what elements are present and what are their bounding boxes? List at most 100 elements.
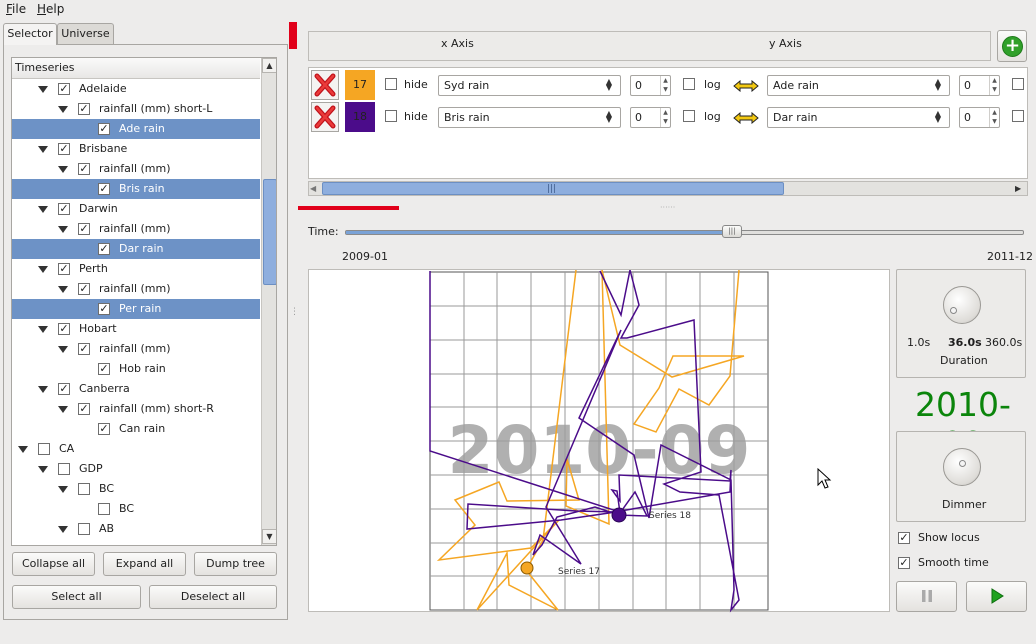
- tree-checkbox[interactable]: ✓: [78, 223, 90, 235]
- scroll-left-icon[interactable]: ◀: [310, 182, 321, 195]
- time-slider-handle[interactable]: |||: [722, 225, 742, 238]
- tree-row[interactable]: ✓ Hobart: [12, 319, 260, 339]
- delete-series-17-button[interactable]: [311, 70, 339, 100]
- spin-arrows-icon[interactable]: ▲ ▼: [660, 76, 670, 95]
- tree-scroll-thumb[interactable]: [263, 179, 276, 285]
- dimmer-knob[interactable]: [943, 448, 981, 486]
- tree-vertical-scrollbar[interactable]: ▲ ▼: [261, 58, 276, 545]
- delete-series-18-button[interactable]: [311, 102, 339, 132]
- x-log-18-checkbox[interactable]: [683, 110, 695, 122]
- expand-arrow-icon[interactable]: [38, 266, 48, 273]
- expand-arrow-icon[interactable]: [38, 86, 48, 93]
- add-series-button[interactable]: +: [997, 30, 1027, 62]
- pause-button[interactable]: [896, 581, 957, 612]
- expand-arrow-icon[interactable]: [38, 326, 48, 333]
- x-offset-18-spinbox[interactable]: 0 ▲ ▼: [630, 107, 671, 128]
- deselect-all-button[interactable]: Deselect all: [149, 585, 277, 609]
- tree-checkbox[interactable]: ✓: [98, 423, 110, 435]
- expand-arrow-icon[interactable]: [58, 166, 68, 173]
- x-series-18-select[interactable]: Bris rain ▲ ▼: [438, 107, 621, 128]
- series-17-color-swatch[interactable]: 17: [345, 70, 375, 100]
- tree-row[interactable]: ✓ rainfall (mm): [12, 159, 260, 179]
- tree-row[interactable]: BC: [12, 499, 260, 519]
- series-horizontal-scrollbar[interactable]: ◀ ||| ▶: [308, 181, 1028, 196]
- expand-arrow-icon[interactable]: [58, 526, 68, 533]
- tree-row[interactable]: ✓ Adelaide: [12, 79, 260, 99]
- tree-checkbox[interactable]: ✓: [58, 263, 70, 275]
- tree-checkbox[interactable]: [38, 443, 50, 455]
- play-button[interactable]: [966, 581, 1027, 612]
- tab-universe[interactable]: Universe: [57, 23, 114, 44]
- expand-arrow-icon[interactable]: [58, 286, 68, 293]
- scroll-up-icon[interactable]: ▲: [262, 58, 276, 73]
- tree-row[interactable]: ✓ Ade rain: [12, 119, 260, 139]
- scroll-right-icon[interactable]: ▶: [1015, 182, 1026, 195]
- tree-checkbox[interactable]: ✓: [58, 323, 70, 335]
- x-log-17-checkbox[interactable]: [683, 78, 695, 90]
- tree-checkbox[interactable]: ✓: [58, 143, 70, 155]
- tree-row[interactable]: ✓ Brisbane: [12, 139, 260, 159]
- series-18-color-swatch[interactable]: 18: [345, 102, 375, 132]
- expand-arrow-icon[interactable]: [58, 406, 68, 413]
- expand-arrow-icon[interactable]: [58, 346, 68, 353]
- time-slider-track[interactable]: [345, 230, 1024, 235]
- expand-arrow-icon[interactable]: [18, 446, 28, 453]
- tree-row[interactable]: ✓ rainfall (mm): [12, 279, 260, 299]
- timeseries-tree[interactable]: Timeseries ✓ Adelaide ✓ rainfall (mm) short…: [11, 57, 277, 546]
- expand-arrow-icon[interactable]: [58, 106, 68, 113]
- expand-arrow-icon[interactable]: [38, 466, 48, 473]
- tree-row[interactable]: AB: [12, 519, 260, 539]
- tree-checkbox[interactable]: ✓: [58, 83, 70, 95]
- tree-checkbox[interactable]: [58, 463, 70, 475]
- spin-arrows-icon[interactable]: ▲ ▼: [989, 76, 999, 95]
- menu-help[interactable]: Help: [37, 2, 64, 16]
- show-locus-checkbox[interactable]: ✓: [898, 532, 910, 544]
- tree-row[interactable]: ✓ Darwin: [12, 199, 260, 219]
- tree-row[interactable]: ✓ rainfall (mm) short-L: [12, 99, 260, 119]
- select-all-button[interactable]: Select all: [12, 585, 141, 609]
- tree-row[interactable]: ✓ Hob rain: [12, 359, 260, 379]
- tree-row[interactable]: ✓ rainfall (mm) short-R: [12, 399, 260, 419]
- expand-arrow-icon[interactable]: [58, 226, 68, 233]
- tree-checkbox[interactable]: ✓: [78, 163, 90, 175]
- tree-checkbox[interactable]: ✓: [78, 103, 90, 115]
- tree-checkbox[interactable]: [78, 483, 90, 495]
- plot-area[interactable]: 2010-09 Series 18 Series 17: [308, 269, 890, 613]
- y-log-17-checkbox[interactable]: [1012, 78, 1024, 90]
- tree-checkbox[interactable]: [78, 523, 90, 535]
- menu-file[interactable]: File: [6, 2, 26, 16]
- y-log-18-checkbox[interactable]: [1012, 110, 1024, 122]
- tree-checkbox[interactable]: ✓: [98, 243, 110, 255]
- tree-row[interactable]: ✓ Perth: [12, 259, 260, 279]
- tree-row[interactable]: CA: [12, 439, 260, 459]
- tree-row[interactable]: ✓ rainfall (mm): [12, 219, 260, 239]
- tree-row[interactable]: ✓ Dar rain: [12, 239, 260, 259]
- y-offset-18-spinbox[interactable]: 0 ▲ ▼: [959, 107, 1000, 128]
- tree-checkbox[interactable]: ✓: [98, 183, 110, 195]
- tree-row[interactable]: ✓ Bris rain: [12, 179, 260, 199]
- expand-arrow-icon[interactable]: [38, 386, 48, 393]
- tree-checkbox[interactable]: ✓: [58, 383, 70, 395]
- tree-row[interactable]: ✓ Per rain: [12, 299, 260, 319]
- tree-row[interactable]: ✓ Can rain: [12, 419, 260, 439]
- expand-arrow-icon[interactable]: [38, 206, 48, 213]
- tree-checkbox[interactable]: ✓: [78, 343, 90, 355]
- duration-knob[interactable]: [943, 286, 981, 324]
- tree-row[interactable]: GDP: [12, 459, 260, 479]
- swap-arrows-icon[interactable]: [733, 80, 759, 92]
- scroll-down-icon[interactable]: ▼: [262, 529, 276, 544]
- tree-checkbox[interactable]: [98, 503, 110, 515]
- tree-checkbox[interactable]: ✓: [78, 283, 90, 295]
- y-offset-17-spinbox[interactable]: 0 ▲ ▼: [959, 75, 1000, 96]
- y-series-17-select[interactable]: Ade rain ▲ ▼: [767, 75, 950, 96]
- dump-tree-button[interactable]: Dump tree: [194, 552, 277, 576]
- tree-checkbox[interactable]: ✓: [98, 363, 110, 375]
- hide-series-18-checkbox[interactable]: [385, 110, 397, 122]
- tree-row[interactable]: BC: [12, 479, 260, 499]
- splitter-grip-icon[interactable]: ······: [660, 203, 675, 212]
- expand-arrow-icon[interactable]: [38, 146, 48, 153]
- tree-checkbox[interactable]: ✓: [78, 403, 90, 415]
- hide-series-17-checkbox[interactable]: [385, 78, 397, 90]
- x-offset-17-spinbox[interactable]: 0 ▲ ▼: [630, 75, 671, 96]
- swap-arrows-icon[interactable]: [733, 112, 759, 124]
